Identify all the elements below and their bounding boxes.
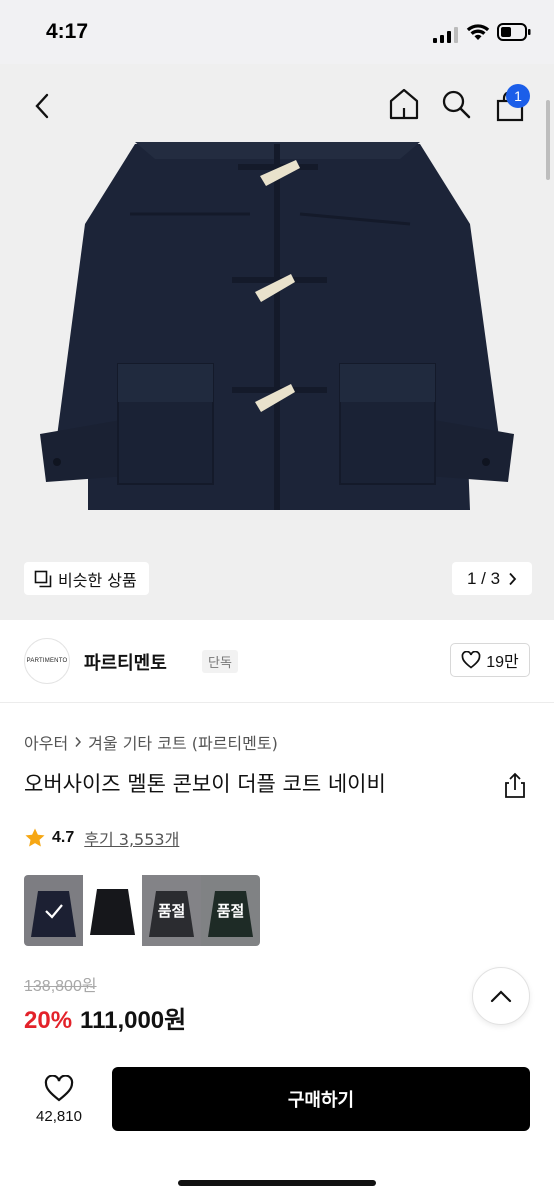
chevron-up-icon [490, 989, 512, 1002]
discount-rate: 20% [24, 1007, 73, 1034]
swatch-thumb [90, 889, 135, 935]
home-button[interactable] [384, 84, 424, 124]
brand-like-button[interactable]: 19만 [450, 643, 530, 677]
chevron-right-icon [75, 737, 82, 747]
wifi-icon [466, 24, 490, 40]
divider [0, 702, 554, 703]
product-title: 오버사이즈 멜톤 콘보이 더플 코트 네이비 [24, 772, 386, 796]
similar-products-button[interactable]: 비슷한 상품 [24, 562, 149, 595]
image-pager[interactable]: 1 / 3 [452, 562, 532, 595]
sold-out-label: 품절 [157, 902, 186, 920]
sold-out-label: 품절 [216, 902, 245, 920]
similar-items-icon [34, 570, 52, 587]
reviews-link[interactable]: 후기 3,553개 [84, 826, 179, 850]
status-bar: 4:17 [0, 0, 554, 64]
color-swatches: 품절 품절 [24, 875, 260, 946]
scroll-to-top-button[interactable] [472, 967, 530, 1025]
breadcrumb-category[interactable]: 아우터 [24, 730, 68, 754]
sale-price: 111,000원 [80, 1007, 187, 1034]
battery-icon [497, 23, 531, 41]
swatch-black[interactable] [83, 875, 142, 946]
home-icon [389, 88, 419, 120]
similar-products-label: 비슷한 상품 [58, 570, 137, 590]
chevron-left-icon [35, 93, 49, 119]
breadcrumb-subcategory[interactable]: 겨울 기타 코트 (파르티멘토) [88, 730, 278, 754]
buy-button[interactable]: 구매하기 [112, 1067, 530, 1131]
price-row: 20% 111,000원 [24, 1000, 186, 1035]
coat-illustration [0, 64, 554, 620]
rating-score: 4.7 [52, 829, 75, 846]
exclusive-badge: 단독 [202, 650, 238, 673]
share-icon [505, 772, 525, 798]
cellular-signal-icon [433, 27, 458, 43]
product-image[interactable]: 비슷한 상품 1 / 3 [0, 64, 554, 620]
heart-icon [461, 651, 481, 669]
share-button[interactable] [500, 770, 530, 800]
home-indicator [178, 1180, 376, 1186]
image-pager-text: 1 / 3 [466, 568, 501, 588]
brand-logo[interactable]: PARTIMENTO [24, 638, 70, 684]
heart-icon [44, 1075, 74, 1102]
star-icon [25, 828, 45, 847]
checkmark-icon [44, 903, 63, 919]
rating-row: 4.7 후기 3,553개 [24, 826, 179, 850]
search-button[interactable] [436, 84, 476, 124]
swatch-navy[interactable] [24, 875, 83, 946]
status-time: 4:17 [46, 20, 89, 43]
brand-like-count: 19만 [486, 654, 519, 671]
chevron-right-icon [509, 572, 517, 585]
page-scrollbar[interactable] [546, 100, 550, 180]
search-icon [442, 90, 471, 119]
wishlist-button[interactable]: 42,810 [24, 1068, 94, 1132]
swatch-charcoal-soldout[interactable]: 품절 [142, 875, 201, 946]
brand-row: PARTIMENTO 파르티멘토 단독 19만 [24, 638, 530, 684]
breadcrumb: 아우터 겨울 기타 코트 (파르티멘토) [24, 730, 278, 754]
original-price: 138,800원 [24, 978, 97, 995]
cart-count-badge: 1 [506, 84, 530, 108]
brand-name[interactable]: 파르티멘토 [84, 649, 167, 675]
back-button[interactable] [22, 86, 62, 126]
wishlist-count: 42,810 [36, 1108, 82, 1125]
swatch-green-soldout[interactable]: 품절 [201, 875, 260, 946]
